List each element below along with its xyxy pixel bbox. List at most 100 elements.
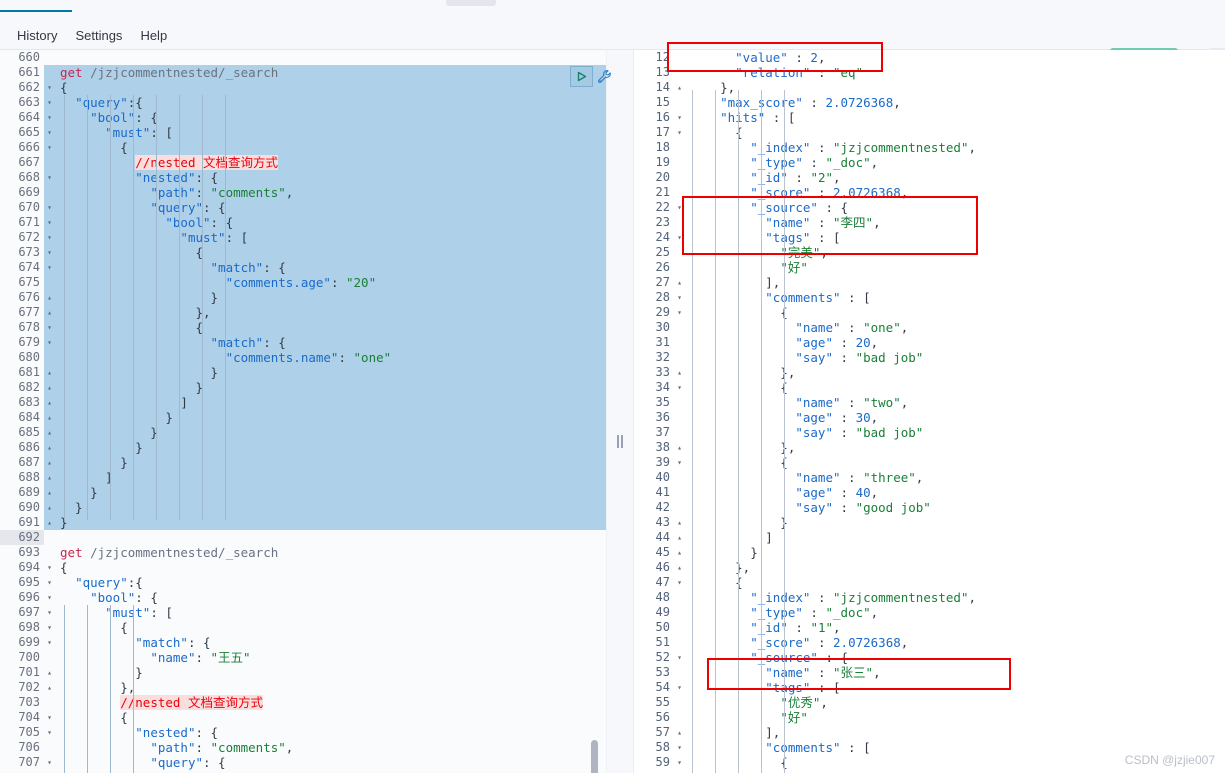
fold-toggle-icon[interactable]: ▴ xyxy=(674,365,685,380)
fold-toggle-icon[interactable]: ▾ xyxy=(674,125,685,140)
code-line[interactable]: 676 ▴ } xyxy=(0,290,606,305)
fold-toggle-icon[interactable]: ▴ xyxy=(44,395,55,410)
request-editor-pane[interactable]: 660 661 get /jzjcommentnested/_search 662 ▾{… xyxy=(0,50,606,773)
code-line[interactable]: 43 ▴ } xyxy=(634,515,1225,530)
code-line[interactable]: 32 "say" : "bad job" xyxy=(634,350,1225,365)
code-line[interactable]: 45 ▴ } xyxy=(634,545,1225,560)
fold-toggle-icon[interactable]: ▾ xyxy=(44,755,55,770)
code-line[interactable]: 50 "_id" : "1", xyxy=(634,620,1225,635)
code-line[interactable]: 703 //nested 文档查询方式 xyxy=(0,695,606,710)
fold-toggle-icon[interactable]: ▾ xyxy=(674,755,685,770)
code-line[interactable]: 41 "age" : 40, xyxy=(634,485,1225,500)
wrench-icon[interactable] xyxy=(595,67,614,86)
code-line[interactable]: 674 ▾ "match": { xyxy=(0,260,606,275)
code-line[interactable]: 688 ▴ ] xyxy=(0,470,606,485)
code-line[interactable]: 54 ▾ "tags" : [ xyxy=(634,680,1225,695)
fold-toggle-icon[interactable]: ▴ xyxy=(44,515,55,530)
fold-toggle-icon[interactable]: ▴ xyxy=(44,455,55,470)
fold-toggle-icon[interactable]: ▴ xyxy=(44,680,55,695)
fold-toggle-icon[interactable]: ▴ xyxy=(674,440,685,455)
fold-toggle-icon[interactable]: ▴ xyxy=(674,275,685,290)
splitter-grip-icon[interactable] xyxy=(616,435,624,448)
code-line[interactable]: 28 ▾ "comments" : [ xyxy=(634,290,1225,305)
fold-toggle-icon[interactable]: ▴ xyxy=(44,500,55,515)
fold-toggle-icon[interactable]: ▴ xyxy=(674,80,685,95)
code-line[interactable]: 684 ▴ } xyxy=(0,410,606,425)
fold-toggle-icon[interactable]: ▾ xyxy=(674,575,685,590)
fold-toggle-icon[interactable]: ▾ xyxy=(44,605,55,620)
code-line[interactable]: 701 ▴ } xyxy=(0,665,606,680)
code-line[interactable]: 53 "name" : "张三", xyxy=(634,665,1225,680)
fold-toggle-icon[interactable]: ▴ xyxy=(44,425,55,440)
code-line[interactable]: 34 ▾ { xyxy=(634,380,1225,395)
menu-item-help[interactable]: Help xyxy=(131,26,176,46)
code-line[interactable]: 686 ▴ } xyxy=(0,440,606,455)
code-line[interactable]: 13 "relation" : "eq" xyxy=(634,65,1225,80)
fold-toggle-icon[interactable]: ▴ xyxy=(674,530,685,545)
code-line[interactable]: 36 "age" : 30, xyxy=(634,410,1225,425)
code-line[interactable]: 661 get /jzjcommentnested/_search xyxy=(0,65,606,80)
code-line[interactable]: 12 "value" : 2, xyxy=(634,50,1225,65)
fold-toggle-icon[interactable]: ▾ xyxy=(674,200,685,215)
code-line[interactable]: 47 ▾ { xyxy=(634,575,1225,590)
code-line[interactable]: 33 ▴ }, xyxy=(634,365,1225,380)
fold-toggle-icon[interactable]: ▴ xyxy=(44,485,55,500)
fold-toggle-icon[interactable]: ▾ xyxy=(44,140,55,155)
fold-toggle-icon[interactable]: ▾ xyxy=(674,680,685,695)
code-line[interactable]: 19 "_type" : "_doc", xyxy=(634,155,1225,170)
send-request-button[interactable] xyxy=(570,66,593,87)
fold-toggle-icon[interactable]: ▾ xyxy=(44,170,55,185)
code-line[interactable]: 56 "好" xyxy=(634,710,1225,725)
code-line[interactable]: 667 //nested 文档查询方式 xyxy=(0,155,606,170)
code-line[interactable]: 660 xyxy=(0,50,606,65)
fold-toggle-icon[interactable]: ▾ xyxy=(44,725,55,740)
code-line[interactable]: 25 "完美", xyxy=(634,245,1225,260)
code-line[interactable]: 42 "say" : "good job" xyxy=(634,500,1225,515)
fold-toggle-icon[interactable]: ▴ xyxy=(44,665,55,680)
code-line[interactable]: 698 ▾ { xyxy=(0,620,606,635)
code-line[interactable]: 675 "comments.age": "20" xyxy=(0,275,606,290)
fold-toggle-icon[interactable]: ▴ xyxy=(674,515,685,530)
code-line[interactable]: 35 "name" : "two", xyxy=(634,395,1225,410)
fold-toggle-icon[interactable]: ▾ xyxy=(674,380,685,395)
fold-toggle-icon[interactable]: ▾ xyxy=(44,560,55,575)
code-line[interactable]: 694 ▾ { xyxy=(0,560,606,575)
code-line[interactable]: 664 ▾ "bool": { xyxy=(0,110,606,125)
fold-toggle-icon[interactable]: ▾ xyxy=(44,335,55,350)
code-line[interactable]: 672 ▾ "must": [ xyxy=(0,230,606,245)
code-line[interactable]: 24 ▾ "tags" : [ xyxy=(634,230,1225,245)
fold-toggle-icon[interactable]: ▾ xyxy=(44,215,55,230)
code-line[interactable]: 707 ▾ "query": { xyxy=(0,755,606,770)
code-line[interactable]: 697 ▾ "must": [ xyxy=(0,605,606,620)
code-line[interactable]: 44 ▴ ] xyxy=(634,530,1225,545)
request-editor-scrollbar[interactable] xyxy=(591,740,598,773)
fold-toggle-icon[interactable]: ▾ xyxy=(44,320,55,335)
code-line[interactable]: 678 ▾ { xyxy=(0,320,606,335)
fold-toggle-icon[interactable]: ▾ xyxy=(44,590,55,605)
request-editor-code[interactable]: 660 661 get /jzjcommentnested/_search 662 ▾{… xyxy=(0,50,606,770)
code-line[interactable]: 670 ▾ "query": { xyxy=(0,200,606,215)
code-line[interactable]: 683 ▴ ] xyxy=(0,395,606,410)
fold-toggle-icon[interactable]: ▾ xyxy=(44,575,55,590)
code-line[interactable]: 40 "name" : "three", xyxy=(634,470,1225,485)
code-line[interactable]: 21 "_score" : 2.0726368, xyxy=(634,185,1225,200)
response-output-code[interactable]: 12 "value" : 2, 13 "relation" : "eq" 14 ▴ }… xyxy=(634,50,1225,770)
code-line[interactable]: 52 ▾ "_source" : { xyxy=(634,650,1225,665)
fold-toggle-icon[interactable]: ▴ xyxy=(44,380,55,395)
code-line[interactable]: 31 "age" : 20, xyxy=(634,335,1225,350)
code-line[interactable]: 702 ▴ }, xyxy=(0,680,606,695)
code-line[interactable]: 706 "path": "comments", xyxy=(0,740,606,755)
fold-toggle-icon[interactable]: ▾ xyxy=(674,455,685,470)
response-output-pane[interactable]: 12 "value" : 2, 13 "relation" : "eq" 14 ▴ }… xyxy=(634,50,1225,773)
fold-toggle-icon[interactable]: ▾ xyxy=(674,230,685,245)
code-line[interactable]: 15 "max_score" : 2.0726368, xyxy=(634,95,1225,110)
code-line[interactable]: 673 ▾ { xyxy=(0,245,606,260)
fold-toggle-icon[interactable]: ▾ xyxy=(44,620,55,635)
code-line[interactable]: 662 ▾ { xyxy=(0,80,606,95)
code-line[interactable]: 48 "_index" : "jzjcommentnested", xyxy=(634,590,1225,605)
code-line[interactable]: 681 ▴ } xyxy=(0,365,606,380)
code-line[interactable]: 677 ▴ }, xyxy=(0,305,606,320)
code-line[interactable]: 696 ▾ "bool": { xyxy=(0,590,606,605)
fold-toggle-icon[interactable]: ▾ xyxy=(674,110,685,125)
code-line[interactable]: 679 ▾ "match": { xyxy=(0,335,606,350)
